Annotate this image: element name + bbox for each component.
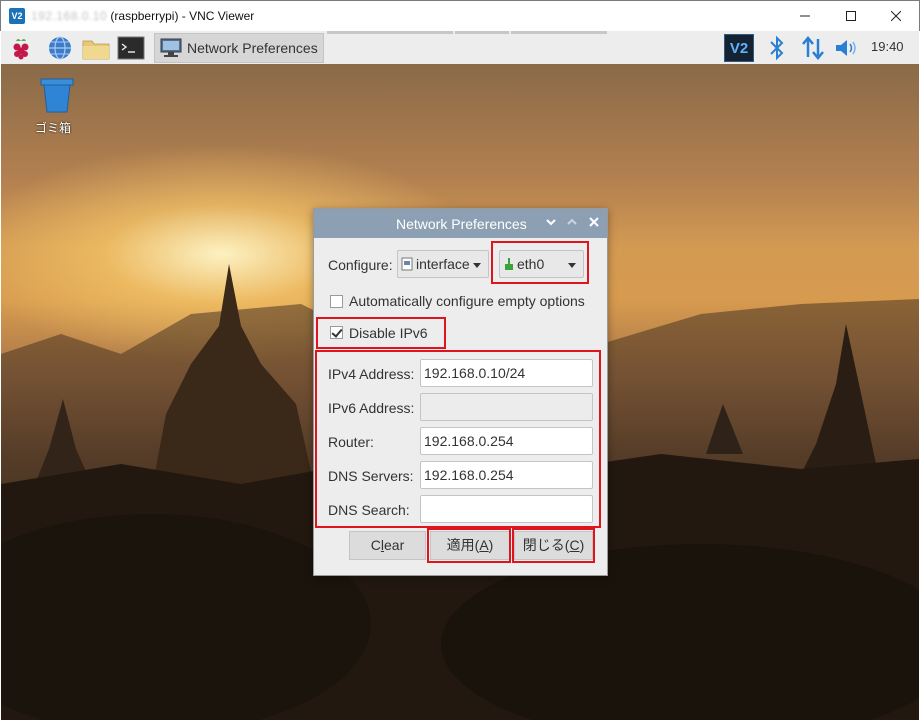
vnc-viewer-icon: V2 <box>9 8 25 24</box>
file-manager-button[interactable] <box>82 35 110 61</box>
dialog-titlebar[interactable]: Network Preferences <box>314 209 607 238</box>
volume-icon <box>836 40 856 56</box>
close-icon <box>589 217 599 227</box>
ipv6-address-input <box>420 393 593 421</box>
router-input[interactable]: 192.168.0.254 <box>420 427 593 455</box>
disable-ipv6-checkbox[interactable] <box>330 326 343 339</box>
raspberry-menu-button[interactable] <box>8 35 34 61</box>
dialog-title: Network Preferences <box>396 216 527 232</box>
vnc-tray-button[interactable]: V2 <box>724 34 754 62</box>
web-browser-icon <box>49 36 71 60</box>
maximize-icon <box>846 11 856 21</box>
configure-type-value: interface <box>416 256 470 272</box>
disable-ipv6-label: Disable IPv6 <box>349 325 428 341</box>
interface-icon <box>401 257 413 271</box>
auto-configure-label: Automatically configure empty options <box>349 293 585 309</box>
task-label: Network Preferences <box>187 40 318 56</box>
dns-servers-label: DNS Servers: <box>328 468 414 484</box>
trash-desktop-icon[interactable] <box>37 77 77 113</box>
taskbar: Network Preferences V2 19:40 <box>1 31 919 65</box>
configure-target-value: eth0 <box>517 256 545 272</box>
dialog-maximize-button[interactable] <box>567 215 577 232</box>
apply-mnemonic: A <box>479 537 489 553</box>
close-window-button[interactable] <box>873 1 919 31</box>
hidden-tab-strip <box>327 31 453 34</box>
dns-servers-input[interactable]: 192.168.0.254 <box>420 461 593 489</box>
ipv4-address-label: IPv4 Address: <box>328 366 415 382</box>
network-preferences-icon <box>160 38 182 57</box>
network-icon <box>802 36 824 60</box>
window-title-ip: 192.168.0.10 <box>31 9 108 23</box>
chevron-down-icon <box>546 219 556 226</box>
chevron-up-icon <box>567 218 577 225</box>
close-button[interactable]: 閉じる(C) <box>514 531 593 560</box>
network-status-button[interactable] <box>800 34 826 62</box>
minimize-button[interactable] <box>782 1 828 31</box>
bluetooth-icon <box>770 35 784 61</box>
ethernet-icon <box>505 258 513 270</box>
minimize-icon <box>800 15 810 17</box>
clear-label-pre: C <box>370 537 381 553</box>
apply-label-pre: 適用( <box>446 537 480 553</box>
hidden-tab-strip <box>511 31 607 34</box>
web-browser-button[interactable] <box>47 35 73 61</box>
trash-icon <box>40 78 74 113</box>
dropdown-arrow-icon <box>473 263 481 268</box>
dialog-minimize-button[interactable] <box>546 215 556 232</box>
apply-button[interactable]: 適用(A) <box>430 531 510 560</box>
clear-label-post: ear <box>384 537 405 553</box>
window-title-text: (raspberrypi) - VNC Viewer <box>110 9 255 23</box>
dialog-close-button[interactable] <box>589 215 599 232</box>
configure-label: Configure: <box>328 257 393 273</box>
vnc-window-titlebar[interactable]: V2 192.168.0.10 (raspberrypi) - VNC View… <box>0 0 920 31</box>
task-network-preferences[interactable]: Network Preferences <box>154 33 324 63</box>
ipv4-address-input[interactable]: 192.168.0.10/24 <box>420 359 593 387</box>
bluetooth-button[interactable] <box>767 34 787 62</box>
configure-type-select[interactable]: interface <box>397 250 489 278</box>
maximize-button[interactable] <box>828 1 874 31</box>
trash-label: ゴミ箱 <box>35 121 72 135</box>
apply-label-post: ) <box>488 537 494 553</box>
file-manager-icon <box>82 40 110 60</box>
clock[interactable]: 19:40 <box>871 39 904 54</box>
dropdown-arrow-icon <box>568 263 576 268</box>
dns-search-label: DNS Search: <box>328 502 410 518</box>
volume-button[interactable] <box>833 34 861 62</box>
terminal-button[interactable] <box>117 35 145 61</box>
close-label-post: ) <box>579 537 585 553</box>
terminal-icon <box>117 36 145 60</box>
router-label: Router: <box>328 434 374 450</box>
hidden-tab-strip <box>455 31 509 34</box>
clear-button[interactable]: Clear <box>349 531 426 560</box>
ipv6-address-label: IPv6 Address: <box>328 400 415 416</box>
close-mnemonic: C <box>569 537 580 553</box>
window-title: 192.168.0.10 (raspberrypi) - VNC Viewer <box>31 9 254 23</box>
close-icon <box>890 10 902 22</box>
auto-configure-checkbox[interactable] <box>330 295 343 308</box>
dns-search-input[interactable] <box>420 495 593 523</box>
network-preferences-dialog: Network Preferences Configure: interface… <box>313 208 608 576</box>
close-label-pre: 閉じる( <box>522 537 570 553</box>
configure-target-select[interactable]: eth0 <box>499 250 584 278</box>
raspberry-menu-icon <box>13 39 29 60</box>
vnc-tray-icon: V2 <box>724 34 754 62</box>
